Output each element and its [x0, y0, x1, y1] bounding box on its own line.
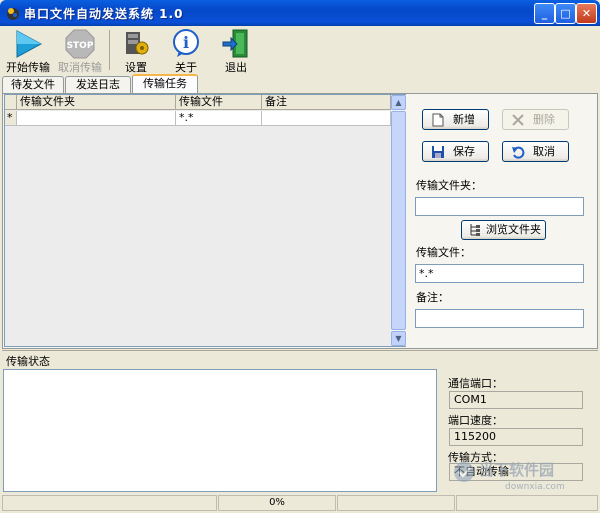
cancel-label: 取消 [533, 145, 555, 158]
watermark-logo-icon [453, 461, 475, 486]
svg-text:i: i [183, 33, 189, 52]
scroll-up-icon[interactable]: ▲ [391, 95, 406, 110]
cell-file[interactable]: *.* [176, 111, 262, 126]
exit-label: 退出 [225, 61, 247, 74]
browse-folder-label: 浏览文件夹 [486, 223, 541, 236]
cancel-transfer-button[interactable]: STOP 取消传输 [55, 28, 105, 74]
note-label: 备注： [416, 291, 449, 304]
status-section-label: 传输状态 [6, 355, 50, 368]
undo-icon [511, 145, 525, 159]
scroll-down-icon[interactable]: ▼ [391, 331, 406, 346]
svg-text:STOP: STOP [67, 41, 94, 51]
stop-icon: STOP [65, 29, 95, 62]
info-icon: i [171, 28, 201, 61]
delete-button[interactable]: 删除 [502, 109, 569, 130]
start-transfer-button[interactable]: 开始传输 [2, 28, 54, 74]
tab-pending-files[interactable]: 待发文件 [2, 76, 64, 93]
play-icon [14, 30, 43, 61]
tab-send-log[interactable]: 发送日志 [65, 76, 131, 93]
task-grid[interactable]: 传输文件夹 传输文件 备注 * *.* ▲ ▼ [4, 94, 406, 347]
statusbar-progress: 0% [218, 495, 336, 511]
port-label: 通信端口： [448, 377, 503, 390]
exit-door-icon [221, 29, 251, 62]
save-button[interactable]: 保存 [422, 141, 489, 162]
statusbar-panel-4 [456, 495, 598, 511]
start-transfer-label: 开始传输 [6, 61, 50, 74]
cell-folder[interactable] [17, 111, 176, 126]
add-label: 新增 [453, 113, 475, 126]
section-divider [2, 350, 598, 351]
speed-label: 端口速度： [448, 414, 503, 427]
tab-transfer-tasks[interactable]: 传输任务 [132, 74, 198, 94]
column-header-file[interactable]: 传输文件 [176, 95, 262, 110]
watermark-text: 当下软件园 [479, 461, 555, 479]
window-title: 串口文件自动发送系统 1.0 [24, 7, 184, 21]
save-label: 保存 [453, 145, 475, 158]
floppy-disk-icon [431, 145, 445, 159]
status-output[interactable] [3, 369, 437, 492]
new-row-marker: * [5, 111, 17, 126]
close-button[interactable]: ✕ [576, 3, 597, 24]
settings-label: 设置 [125, 61, 147, 74]
port-value: COM1 [449, 391, 583, 409]
delete-label: 删除 [533, 113, 555, 126]
speed-value: 115200 [449, 428, 583, 446]
folder-input[interactable] [415, 197, 584, 216]
watermark: 当下软件园 downxia.com [443, 459, 593, 499]
cancel-transfer-label: 取消传输 [58, 61, 102, 74]
grid-scrollbar[interactable]: ▲ ▼ [391, 95, 406, 346]
about-button[interactable]: i 关于 [160, 28, 212, 74]
add-button[interactable]: 新增 [422, 109, 489, 130]
app-icon [5, 5, 21, 21]
cell-note[interactable] [262, 111, 391, 126]
new-document-icon [431, 113, 445, 127]
minimize-button[interactable]: _ [534, 3, 555, 24]
column-header-folder[interactable]: 传输文件夹 [17, 95, 176, 110]
statusbar-panel-1 [2, 495, 217, 511]
settings-button[interactable]: 设置 [110, 28, 162, 74]
folder-label: 传输文件夹： [416, 179, 482, 192]
exit-button[interactable]: 退出 [210, 28, 262, 74]
settings-icon [124, 30, 150, 61]
statusbar-panel-3 [337, 495, 455, 511]
folder-tree-icon [468, 223, 482, 237]
delete-x-icon [511, 113, 525, 127]
cancel-button[interactable]: 取消 [502, 141, 569, 162]
about-label: 关于 [175, 61, 197, 74]
browse-folder-button[interactable]: 浏览文件夹 [461, 220, 546, 240]
file-input[interactable]: *.* [415, 264, 584, 283]
watermark-url: downxia.com [505, 482, 565, 492]
column-header-note[interactable]: 备注 [262, 95, 391, 110]
scroll-thumb[interactable] [391, 111, 406, 330]
note-input[interactable] [415, 309, 584, 328]
file-label: 传输文件： [416, 246, 471, 259]
maximize-button[interactable]: □ [555, 3, 576, 24]
row-header-corner [5, 95, 17, 110]
